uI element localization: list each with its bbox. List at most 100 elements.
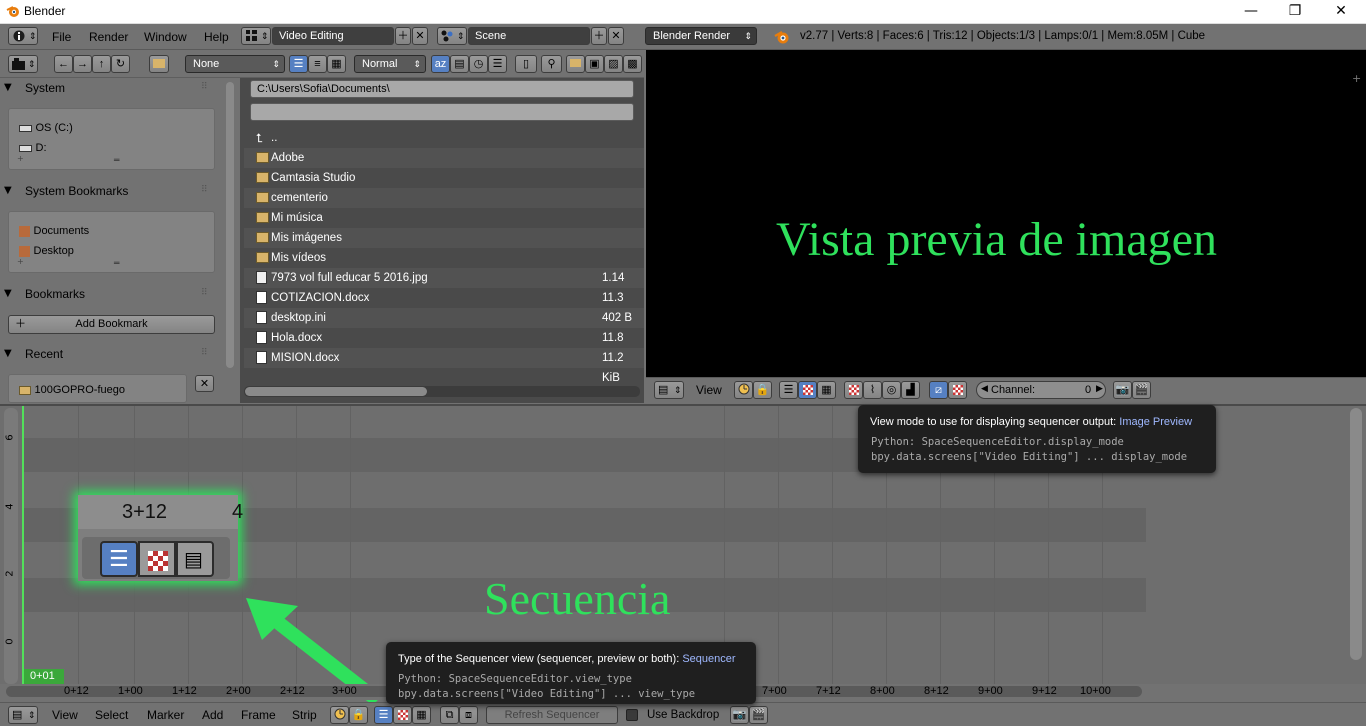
view-sequencer-button[interactable]: ☰ (779, 381, 798, 399)
menu-strip[interactable]: Strip (292, 708, 317, 722)
frame-preview-button[interactable] (330, 706, 349, 724)
view-both-button[interactable]: ▦ (817, 381, 836, 399)
file-row-folder[interactable]: cementerio (244, 188, 644, 208)
thumbnail-size-select[interactable]: Normal ⇕ (354, 55, 426, 73)
use-backdrop-checkbox[interactable] (626, 709, 638, 721)
show-safe-areas-button[interactable]: ⧄ (929, 381, 948, 399)
add-screen-button[interactable]: ＋ (395, 27, 411, 45)
display-long-list-button[interactable]: ≡ (308, 55, 327, 73)
render-image-button[interactable]: 📷 (730, 706, 749, 724)
menu-window[interactable]: Window (144, 30, 187, 44)
directory-path-field[interactable]: C:\Users\Sofia\Documents\ (250, 80, 634, 98)
file-row-file[interactable]: COTIZACION.docx 11.3 KiB (244, 288, 644, 324)
paste-button[interactable]: ⧈ (459, 706, 478, 724)
view-preview-button[interactable] (393, 706, 412, 724)
drag-handle-icon[interactable]: ⠿ (201, 82, 208, 92)
recent-item[interactable]: 100GOPRO-fuego (19, 383, 125, 396)
file-row-file[interactable]: Hola.docx 11.8 KiB (244, 328, 644, 364)
display-histogram-button[interactable]: ▟ (901, 381, 920, 399)
x-tick: 2+12 (280, 685, 305, 697)
editor-type-info-button[interactable]: ⇕ (8, 27, 38, 45)
scene-field[interactable]: Scene (468, 27, 590, 45)
collapse-triangle-icon[interactable]: ▼ (4, 82, 12, 93)
current-frame-label[interactable]: 0+01 (24, 669, 64, 684)
lock-button[interactable]: 🔒 (753, 381, 772, 399)
display-image-button[interactable] (844, 381, 863, 399)
arrow-right-icon[interactable]: ▶ (1096, 383, 1103, 394)
parent-dir-button[interactable]: ↑ (92, 55, 111, 73)
render-image-button[interactable]: 📷 (1113, 381, 1132, 399)
file-list-hscrollbar[interactable] (245, 387, 427, 396)
plus-icon[interactable]: + (1352, 72, 1361, 85)
file-row-file[interactable]: MISION.docx 11.2 KiB (244, 348, 644, 384)
filter-image-button[interactable]: ▨ (604, 55, 623, 73)
menu-file[interactable]: File (52, 30, 71, 44)
maximize-button[interactable]: ❐ (1272, 0, 1318, 24)
minimize-button[interactable]: — (1228, 0, 1274, 24)
menu-frame[interactable]: Frame (241, 708, 276, 722)
add-scene-button[interactable]: ＋ (591, 27, 607, 45)
back-button[interactable]: ← (54, 55, 73, 73)
recursion-select[interactable]: None ⇕ (185, 55, 285, 73)
hide-dot-files-button[interactable]: ▯ (515, 55, 537, 73)
channel-number-field[interactable]: ◀ Channel: 0 ▶ (976, 381, 1106, 399)
editor-type-filebrowser-button[interactable]: ⇕ (8, 55, 38, 73)
filter-button[interactable]: ⚲ (541, 55, 562, 73)
file-row-parent[interactable]: ⮤ .. (244, 128, 644, 148)
editor-type-sequencer-button[interactable]: ▤ ⇕ (654, 381, 684, 399)
filter-folder-button[interactable] (566, 55, 585, 73)
render-engine-select[interactable]: Blender Render ⇕ (645, 27, 757, 45)
editor-type-sequencer-button[interactable]: ▤ ⇕ (8, 706, 38, 724)
file-row-folder[interactable]: Mis vídeos (244, 248, 644, 268)
new-folder-button[interactable] (149, 55, 169, 73)
file-row-folder[interactable]: Mi música (244, 208, 644, 228)
display-waveform-button[interactable]: ⌇ (863, 381, 882, 399)
clear-recent-button[interactable]: ✕ (195, 375, 214, 392)
display-short-list-button[interactable]: ☰ (289, 55, 308, 73)
remove-screen-button[interactable]: ✕ (412, 27, 428, 45)
forward-button[interactable]: → (73, 55, 92, 73)
frame-preview-button[interactable] (734, 381, 753, 399)
file-row-folder[interactable]: Camtasia Studio (244, 168, 644, 188)
scene-selector[interactable]: ⇕ (437, 27, 467, 45)
copy-button[interactable]: ⧉ (440, 706, 459, 724)
file-row-folder[interactable]: Mis imágenes (244, 228, 644, 248)
view-both-button[interactable]: ▦ (412, 706, 431, 724)
refresh-button[interactable]: ↻ (111, 55, 130, 73)
sort-time-button[interactable]: ◷ (469, 55, 488, 73)
render-animation-button[interactable]: 🎬 (1132, 381, 1151, 399)
menu-select[interactable]: Select (95, 708, 128, 722)
preview-view-menu[interactable]: View (696, 383, 722, 397)
zoom-view-both-button: ▤ (176, 541, 214, 577)
close-window-button[interactable]: ✕ (1318, 0, 1364, 24)
menu-view[interactable]: View (52, 708, 78, 722)
file-row-folder[interactable]: Adobe (244, 148, 644, 168)
render-animation-button[interactable]: 🎬 (749, 706, 768, 724)
menu-help[interactable]: Help (204, 30, 229, 44)
menu-marker[interactable]: Marker (147, 708, 184, 722)
arrow-left-icon[interactable]: ◀ (981, 383, 988, 394)
filter-movie-button[interactable]: ▩ (623, 55, 642, 73)
view-preview-button[interactable] (798, 381, 817, 399)
file-row-file[interactable]: 7973 vol full educar 5 2016.jpg 1.14 MiB (244, 268, 644, 304)
remove-scene-button[interactable]: ✕ (608, 27, 624, 45)
sort-alpha-button[interactable]: az (431, 55, 450, 73)
filename-field[interactable] (250, 103, 634, 121)
view-sequencer-button[interactable]: ☰ (374, 706, 393, 724)
display-thumbnails-button[interactable]: ▦ (327, 55, 346, 73)
system-panel-title[interactable]: System (25, 81, 65, 95)
display-vectorscope-button[interactable]: ◎ (882, 381, 901, 399)
current-frame-line[interactable] (22, 406, 24, 684)
sort-size-button[interactable]: ☰ (488, 55, 507, 73)
file-row-file[interactable]: desktop.ini 402 B (244, 308, 644, 328)
menu-render[interactable]: Render (89, 30, 128, 44)
screen-layout-field[interactable]: Video Editing (272, 27, 394, 45)
sort-ext-button[interactable]: ▤ (450, 55, 469, 73)
lock-button[interactable]: 🔒 (349, 706, 368, 724)
filter-blend-button[interactable]: ▣ (585, 55, 604, 73)
menu-add[interactable]: Add (202, 708, 223, 722)
screen-layout-selector[interactable]: ⇕ (241, 27, 271, 45)
show-backdrop-button[interactable] (948, 381, 967, 399)
sequencer-vscrollbar[interactable] (1350, 408, 1362, 660)
refresh-sequencer-button[interactable]: Refresh Sequencer (486, 706, 618, 724)
